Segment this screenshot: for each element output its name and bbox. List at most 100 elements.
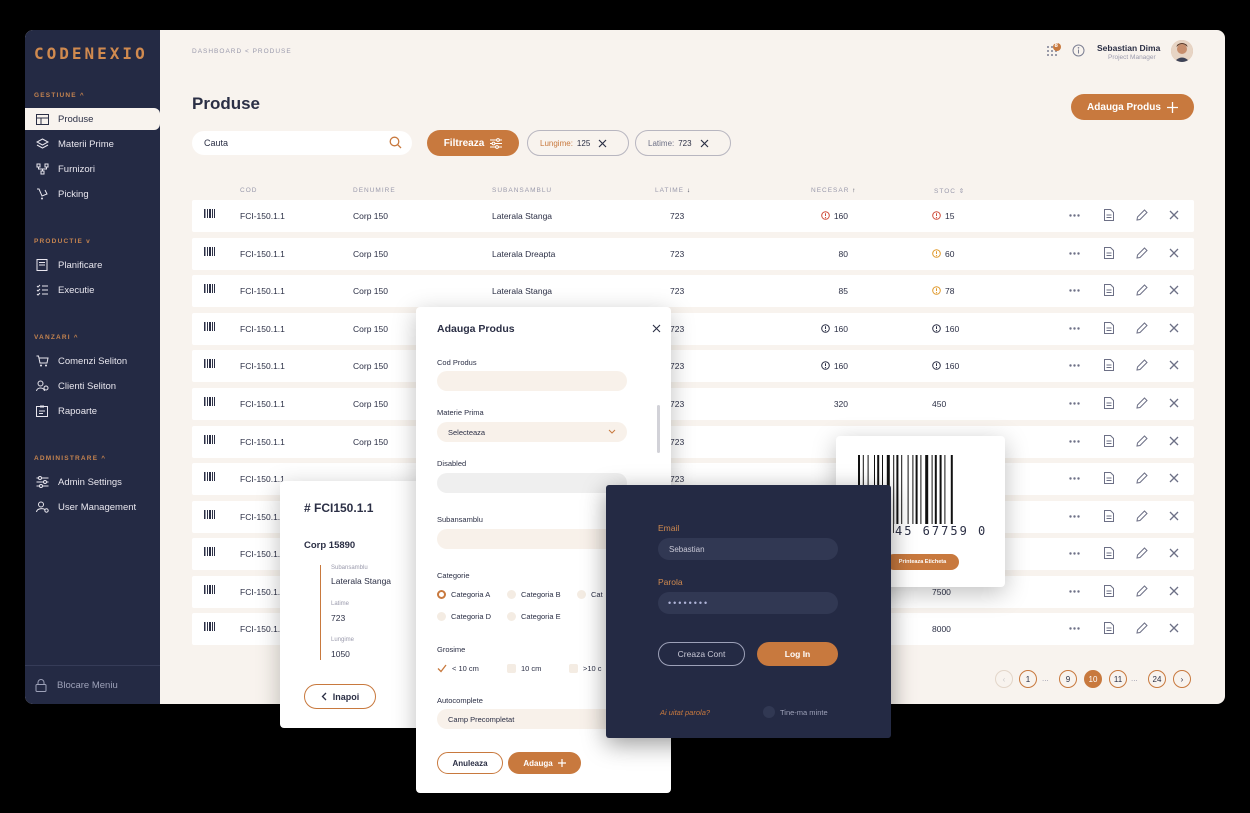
more-icon[interactable] [1069, 252, 1080, 255]
edit-icon[interactable] [1136, 472, 1148, 484]
barcode-icon[interactable] [204, 472, 215, 481]
sidebar-item-comenzi[interactable]: Comenzi Seliton [25, 350, 160, 372]
page-button[interactable]: 9 [1059, 670, 1077, 688]
prev-page-button[interactable]: ‹ [995, 670, 1013, 688]
delete-icon[interactable] [1169, 285, 1179, 295]
document-icon[interactable] [1104, 397, 1114, 409]
password-input[interactable]: •••••••• [658, 592, 838, 614]
login-button[interactable]: Log In [757, 642, 838, 666]
col-header-denumire[interactable]: DENUMIRE [353, 187, 396, 194]
barcode-icon[interactable] [204, 622, 215, 631]
table-row[interactable]: FCI-150.1.1 Corp 150 Laterala Dreapta 723 80… [192, 238, 1194, 270]
document-icon[interactable] [1104, 209, 1114, 221]
more-icon[interactable] [1069, 515, 1080, 518]
col-header-stoc[interactable]: STOC ⇕ [934, 187, 965, 195]
delete-icon[interactable] [1169, 548, 1179, 558]
edit-icon[interactable] [1136, 284, 1148, 296]
filter-button[interactable]: Filtreaza [427, 130, 519, 156]
checkbox-over-10[interactable]: >10 c [569, 664, 602, 673]
delete-icon[interactable] [1169, 210, 1179, 220]
barcode-icon[interactable] [204, 397, 215, 406]
radio-categoria-e[interactable]: Categoria E [507, 612, 561, 621]
section-gestiune[interactable]: GESTIUNE ^ [34, 92, 85, 99]
radio-categoria-b[interactable]: Categoria B [507, 590, 561, 599]
barcode-icon[interactable] [204, 209, 215, 218]
info-icon[interactable] [1072, 44, 1085, 57]
col-header-necesar[interactable]: NECESAR ↑ [811, 187, 857, 194]
edit-icon[interactable] [1136, 247, 1148, 259]
delete-icon[interactable] [1169, 248, 1179, 258]
submit-button[interactable]: Adauga [508, 752, 581, 774]
create-account-button[interactable]: Creaza Cont [658, 642, 745, 666]
edit-icon[interactable] [1136, 322, 1148, 334]
sidebar-item-executie[interactable]: Executie [25, 279, 160, 301]
delete-icon[interactable] [1169, 360, 1179, 370]
col-header-latime[interactable]: LATIME ↓ [655, 187, 691, 194]
barcode-icon[interactable] [204, 322, 215, 331]
close-icon[interactable] [700, 139, 709, 148]
more-icon[interactable] [1069, 440, 1080, 443]
delete-icon[interactable] [1169, 398, 1179, 408]
more-icon[interactable] [1069, 214, 1080, 217]
edit-icon[interactable] [1136, 435, 1148, 447]
page-button-active[interactable]: 10 [1084, 670, 1102, 688]
add-product-button[interactable]: Adauga Produs [1071, 94, 1194, 120]
document-icon[interactable] [1104, 322, 1114, 334]
sidebar-item-picking[interactable]: Picking [25, 183, 160, 205]
print-label-button[interactable]: Printeaza Eticheta [886, 554, 959, 570]
page-button[interactable]: 1 [1019, 670, 1037, 688]
more-icon[interactable] [1069, 627, 1080, 630]
barcode-icon[interactable] [204, 585, 215, 594]
edit-icon[interactable] [1136, 397, 1148, 409]
sidebar-item-materii-prime[interactable]: Materii Prime [25, 133, 160, 155]
table-row[interactable]: FCI-150.1.1 Corp 150 723 160 160 [192, 313, 1194, 345]
forgot-password-link[interactable]: Ai uitat parola? [660, 708, 710, 717]
more-icon[interactable] [1069, 364, 1080, 367]
delete-icon[interactable] [1169, 323, 1179, 333]
remember-checkbox[interactable] [763, 706, 775, 718]
search-input[interactable]: Cauta [192, 131, 412, 155]
back-button[interactable]: Inapoi [304, 684, 376, 709]
document-icon[interactable] [1104, 247, 1114, 259]
close-icon[interactable] [652, 324, 661, 333]
close-icon[interactable] [598, 139, 607, 148]
more-icon[interactable] [1069, 477, 1080, 480]
filter-chip-lungime[interactable]: Lungime: 125 [527, 130, 629, 156]
checkbox-sub-10[interactable]: < 10 cm [437, 664, 479, 673]
section-productie[interactable]: PRODUCTIE v [34, 238, 91, 245]
checkbox-10[interactable]: 10 cm [507, 664, 541, 673]
document-icon[interactable] [1104, 547, 1114, 559]
sidebar-item-planificare[interactable]: Planificare [25, 254, 160, 276]
breadcrumb[interactable]: DASHBOARD < PRODUSE [192, 48, 292, 55]
delete-icon[interactable] [1169, 586, 1179, 596]
document-icon[interactable] [1104, 622, 1114, 634]
edit-icon[interactable] [1136, 209, 1148, 221]
sidebar-item-clienti[interactable]: Clienti Seliton [25, 375, 160, 397]
table-row[interactable]: FCI-150.1.1 Corp 150 723 [192, 426, 1194, 458]
more-icon[interactable] [1069, 402, 1080, 405]
document-icon[interactable] [1104, 359, 1114, 371]
page-button[interactable]: 24 [1148, 670, 1166, 688]
document-icon[interactable] [1104, 510, 1114, 522]
edit-icon[interactable] [1136, 585, 1148, 597]
radio-categoria-d[interactable]: Categoria D [437, 612, 491, 621]
email-input[interactable]: Sebastian [658, 538, 838, 560]
notifications-button[interactable]: 8 [1045, 43, 1061, 59]
table-row[interactable]: FCI-150.1.1 Corp 150 Laterala Stanga 723 160… [192, 200, 1194, 232]
edit-icon[interactable] [1136, 622, 1148, 634]
more-icon[interactable] [1069, 327, 1080, 330]
sidebar-item-rapoarte[interactable]: Rapoarte [25, 400, 160, 422]
next-page-button[interactable]: › [1173, 670, 1191, 688]
lock-menu-button[interactable]: Blocare Meniu [25, 665, 160, 704]
barcode-icon[interactable] [204, 510, 215, 519]
col-header-subansamblu[interactable]: SUBANSAMBLU [492, 187, 552, 194]
document-icon[interactable] [1104, 435, 1114, 447]
delete-icon[interactable] [1169, 436, 1179, 446]
edit-icon[interactable] [1136, 510, 1148, 522]
page-button[interactable]: 11 [1109, 670, 1127, 688]
materie-select[interactable]: Selecteaza [437, 422, 627, 442]
edit-icon[interactable] [1136, 359, 1148, 371]
sidebar-item-user-management[interactable]: User Management [25, 496, 160, 518]
section-administrare[interactable]: ADMINISTRARE ^ [34, 455, 106, 462]
cancel-button[interactable]: Anuleaza [437, 752, 503, 774]
